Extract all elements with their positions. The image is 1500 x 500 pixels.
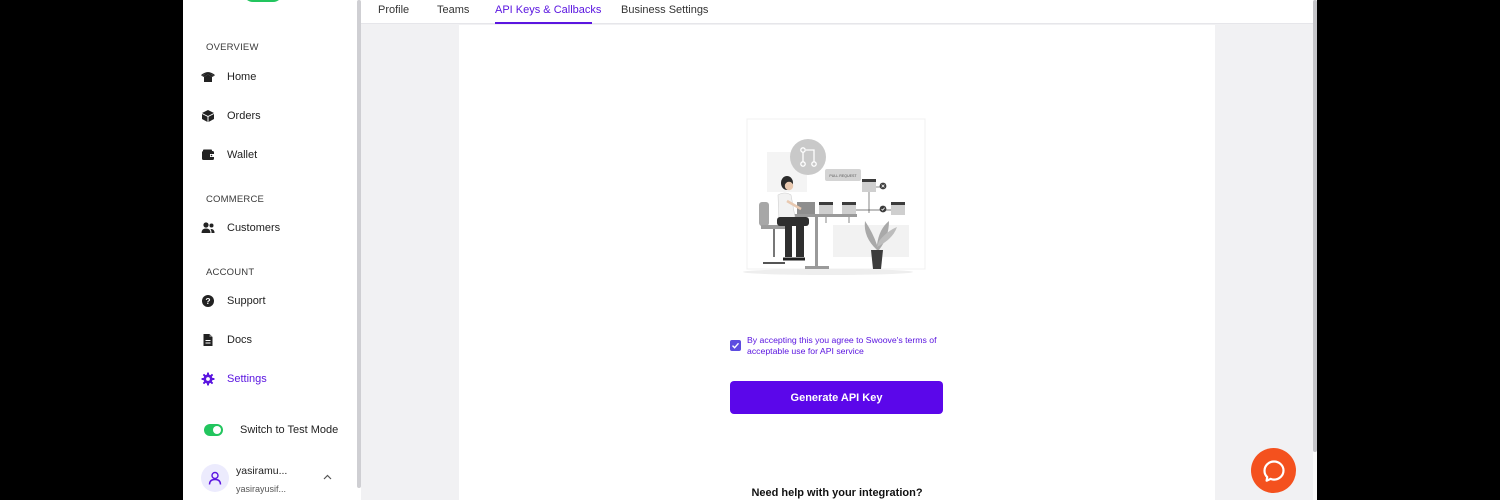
chat-bubble-icon: [1262, 459, 1285, 482]
users-icon: [201, 221, 215, 235]
test-mode-toggle-row[interactable]: Switch to Test Mode: [204, 424, 338, 436]
brand-logo[interactable]: [243, 0, 283, 2]
sidebar-item-docs[interactable]: Docs: [201, 329, 351, 351]
sidebar: OVERVIEW Home Orders Wallet COMMERCE Cus: [183, 0, 358, 500]
sidebar-item-label: Orders: [227, 110, 261, 122]
test-mode-toggle[interactable]: [204, 424, 223, 436]
chevron-up-icon[interactable]: [323, 472, 332, 483]
svg-text:PULL REQUEST: PULL REQUEST: [829, 174, 857, 178]
svg-text:?: ?: [205, 296, 210, 306]
generate-api-key-button[interactable]: Generate API Key: [730, 381, 943, 414]
help-circle-icon: ?: [201, 294, 215, 308]
toggle-knob: [213, 426, 221, 434]
section-label-commerce: COMMERCE: [206, 194, 265, 205]
tab-api-keys-callbacks[interactable]: API Keys & Callbacks: [495, 4, 601, 16]
sidebar-scrollbar-thumb[interactable]: [357, 0, 361, 488]
main-scrollbar-thumb[interactable]: [1313, 0, 1317, 452]
integration-help-heading: Need help with your integration?: [751, 487, 923, 499]
sidebar-item-label: Settings: [227, 373, 267, 385]
user-email: yasirayusif...: [236, 484, 287, 494]
gear-icon: [201, 372, 215, 386]
terms-consent: By accepting this you agree to Swoove's …: [730, 335, 960, 357]
sidebar-item-customers[interactable]: Customers: [201, 217, 351, 239]
sidebar-item-settings[interactable]: Settings: [201, 368, 351, 390]
sidebar-item-label: Docs: [227, 334, 253, 346]
tab-teams[interactable]: Teams: [437, 4, 469, 16]
settings-tabs: Profile Teams API Keys & Callbacks Busin…: [361, 0, 1313, 24]
user-icon: [208, 471, 222, 485]
terms-consent-label: By accepting this you agree to Swoove's …: [747, 335, 937, 356]
api-keys-panel: PULL REQUEST By accepting this you agree…: [459, 25, 1215, 500]
section-label-overview: OVERVIEW: [206, 42, 259, 53]
home-icon: [201, 70, 215, 84]
sidebar-item-label: Wallet: [227, 149, 258, 161]
sidebar-item-home[interactable]: Home: [201, 66, 351, 88]
sidebar-item-label: Support: [227, 295, 266, 307]
sidebar-item-label: Customers: [227, 222, 281, 234]
app-window: OVERVIEW Home Orders Wallet COMMERCE Cus: [183, 0, 1317, 500]
user-menu[interactable]: yasiramu... yasirayusif...: [201, 462, 341, 498]
document-icon: [201, 333, 215, 347]
avatar: [201, 464, 229, 492]
sidebar-item-wallet[interactable]: Wallet: [201, 144, 351, 166]
test-mode-label: Switch to Test Mode: [240, 424, 339, 436]
box-icon: [201, 109, 215, 123]
wallet-icon: [201, 148, 215, 162]
user-name: yasiramu...: [236, 465, 288, 477]
terms-checkbox[interactable]: [730, 340, 741, 351]
sidebar-item-support[interactable]: ? Support: [201, 290, 351, 312]
tab-business-settings[interactable]: Business Settings: [621, 4, 708, 16]
checkmark-icon: [732, 342, 740, 349]
chat-launcher-button[interactable]: [1251, 448, 1296, 493]
sidebar-item-orders[interactable]: Orders: [201, 105, 351, 127]
tab-profile[interactable]: Profile: [378, 4, 409, 16]
sidebar-item-label: Home: [227, 71, 257, 83]
section-label-account: ACCOUNT: [206, 267, 255, 278]
active-tab-indicator: [495, 22, 592, 24]
api-illustration: PULL REQUEST: [723, 117, 933, 282]
